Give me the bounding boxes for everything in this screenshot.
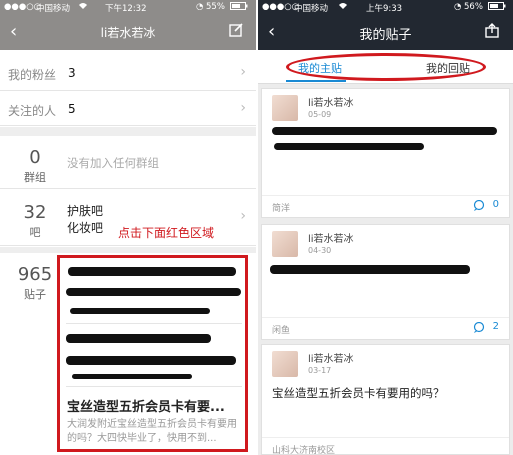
groups-empty-text: 没有加入任何群组: [67, 156, 159, 170]
battery-percent: 55%: [206, 2, 225, 12]
posts-stat: 965 贴子: [10, 264, 60, 302]
followers-label: 我的粉丝: [8, 68, 57, 82]
chevron-right-icon: ›: [240, 64, 246, 80]
post-date: 03-17: [308, 366, 332, 375]
groups-stat: 0 群组: [10, 147, 60, 185]
bars-row[interactable]: 32 吧 护肤吧 化妆吧 点击下面红色区域 ›: [0, 190, 256, 246]
post-source[interactable]: 闲鱼: [272, 323, 290, 336]
groups-label: 群组: [24, 171, 46, 184]
status-bar: ●●●○○ 中国移动 下午12:32 ◔ 55%: [0, 0, 256, 14]
highlight-oval: [286, 53, 486, 81]
battery-icon: [488, 2, 506, 13]
wifi-icon: [338, 2, 348, 13]
battery-icon: [230, 2, 248, 13]
bars-stat: 32 吧: [10, 202, 60, 240]
wifi-icon: [78, 2, 88, 13]
post-title[interactable]: 宝丝造型五折会员卡有要...: [67, 396, 225, 415]
following-label: 关注的人: [8, 104, 57, 118]
redaction-mark: [68, 267, 236, 276]
lock-icon: ◔: [454, 2, 462, 12]
page-title: 我的贴子: [359, 28, 412, 43]
post-card[interactable]: li若水若冰 04-30 闲鱼 2: [261, 224, 510, 340]
bar-name: 化妆吧: [67, 221, 104, 235]
clock: 下午12:32: [105, 4, 147, 14]
active-tab-indicator: [286, 80, 346, 82]
post-date: 04-30: [308, 246, 332, 255]
card-footer: 简洋 0: [262, 195, 509, 217]
post-username: li若水若冰: [308, 234, 354, 245]
card-footer: 闲鱼 2: [262, 317, 509, 339]
bar-name: 护肤吧: [67, 204, 104, 218]
divider: [66, 386, 242, 387]
comment-count: 2: [492, 321, 499, 332]
chevron-right-icon: ›: [240, 100, 246, 116]
post-source[interactable]: 简洋: [272, 201, 290, 214]
posts-label: 贴子: [24, 288, 46, 301]
redaction-mark: [66, 334, 211, 343]
nav-bar: ‹ 我的贴子: [258, 15, 513, 50]
redaction-mark: [70, 308, 210, 314]
post-source[interactable]: 山科大济南校区: [272, 443, 335, 455]
lock-icon: ◔: [196, 2, 204, 12]
carrier: 中国移动: [36, 4, 71, 14]
redaction-mark: [270, 265, 470, 274]
section-divider: [0, 127, 256, 136]
post-description: 大润发附近宝丝造型五折会员卡有要用的吗？大四快毕业了，快用不到...: [67, 419, 237, 444]
post-username: li若水若冰: [308, 354, 354, 365]
chevron-right-icon: ›: [240, 208, 246, 224]
groups-count: 0: [29, 147, 41, 168]
comment-icon: [473, 199, 485, 214]
page-title: li若水若冰: [100, 26, 156, 40]
avatar: [272, 351, 298, 377]
battery-percent: 56%: [464, 2, 483, 12]
post-card[interactable]: li若水若冰 03-17 宝丝造型五折会员卡有要用的吗？ 山科大济南校区: [261, 344, 510, 455]
comment-count: 0: [492, 199, 499, 210]
right-screen: ●●●○○ 中国移动 上午9:33 ◔ 56% ‹ 我的贴子 我的主贴 我的回贴…: [258, 0, 513, 455]
left-screen: ●●●○○ 中国移动 下午12:32 ◔ 55% ‹ li若水若冰 我的粉丝 3…: [0, 0, 256, 455]
status-bar: ●●●○○ 中国移动 上午9:33 ◔ 56%: [258, 0, 513, 15]
carrier: 中国移动: [294, 4, 329, 14]
comment-icon: [473, 321, 485, 336]
redaction-mark: [274, 143, 424, 150]
avatar: [272, 95, 298, 121]
following-count: 5: [68, 102, 76, 116]
divider: [66, 323, 242, 324]
post-username: li若水若冰: [308, 98, 354, 109]
bars-count: 32: [23, 202, 47, 223]
followers-row[interactable]: 我的粉丝 3 ›: [0, 56, 256, 91]
section-divider: [0, 247, 256, 253]
post-title: 宝丝造型五折会员卡有要用的吗？: [272, 386, 445, 400]
post-card[interactable]: li若水若冰 05-09 简洋 0: [261, 88, 510, 218]
bars-label: 吧: [29, 226, 41, 239]
redaction-mark: [66, 356, 236, 365]
clock: 上午9:33: [366, 4, 403, 14]
edit-icon[interactable]: [229, 22, 244, 40]
redaction-mark: [272, 127, 497, 135]
share-icon[interactable]: [485, 23, 499, 41]
redaction-mark: [66, 288, 241, 296]
post-date: 05-09: [308, 110, 332, 119]
redaction-mark: [72, 374, 192, 379]
avatar: [272, 231, 298, 257]
nav-bar: ‹ li若水若冰: [0, 14, 256, 50]
following-row[interactable]: 关注的人 5 ›: [0, 92, 256, 126]
groups-row[interactable]: 0 群组 没有加入任何群组: [0, 137, 256, 189]
posts-count: 965: [17, 264, 53, 285]
followers-count: 3: [68, 66, 76, 80]
card-footer: 山科大济南校区: [262, 437, 509, 455]
annotation-text: 点击下面红色区域: [118, 226, 215, 240]
